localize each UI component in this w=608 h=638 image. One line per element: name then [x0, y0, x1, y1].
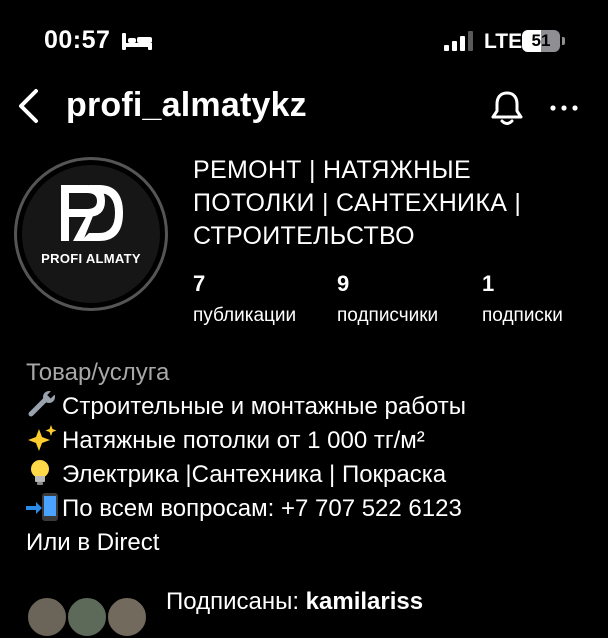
stat-following[interactable]: 1 подписки — [482, 270, 563, 328]
bio-line-text: Или в Direct — [26, 529, 160, 556]
more-icon[interactable] — [548, 98, 580, 118]
bio-line: По всем вопросам: +7 707 522 6123 — [26, 492, 596, 526]
wrench-icon — [26, 391, 62, 417]
status-bar: 00:57 LTE 51 — [0, 0, 608, 80]
followed-by-prefix: Подписаны: — [166, 588, 306, 615]
profile-name-line: РЕМОНТ | НАТЯЖНЫЕ — [193, 156, 471, 184]
network-type: LTE — [484, 30, 523, 53]
followed-by-name[interactable]: kamilariss — [306, 588, 423, 615]
bio-line-text: По всем вопросам: +7 707 522 6123 — [62, 495, 462, 522]
bio-line: Или в Direct — [26, 526, 596, 560]
pa-logo-icon — [61, 185, 123, 241]
bio-line: Строительные и монтажные работы — [26, 390, 596, 424]
followed-by-row[interactable]: Подписаны: kamilariss — [26, 582, 596, 638]
bio-line-text: Строительные и монтажные работы — [62, 393, 467, 420]
stat-posts[interactable]: 7 публикации — [193, 270, 296, 328]
stat-posts-count: 7 — [193, 271, 206, 296]
profile-name-line: ПОТОЛКИ | САНТЕХНИКА | — [193, 189, 522, 217]
stat-followers-label: подписчики — [337, 305, 439, 326]
phone-arrow-icon — [26, 493, 62, 521]
stat-followers-count: 9 — [337, 271, 350, 296]
avatar[interactable]: PROFI ALMATY — [22, 165, 160, 303]
bed-icon — [122, 33, 152, 50]
battery-indicator: 51 — [522, 30, 565, 52]
stat-following-count: 1 — [482, 271, 495, 296]
back-chevron-icon[interactable] — [14, 86, 42, 126]
followed-by-text: Подписаны: kamilariss — [166, 588, 423, 616]
profile-name-line: СТРОИТЕЛЬСТВО — [193, 222, 415, 250]
follower-avatar — [66, 596, 108, 638]
stat-posts-label: публикации — [193, 305, 297, 326]
follower-avatar — [106, 596, 148, 638]
profile-username: profi_almatykz — [66, 86, 307, 124]
signal-icon — [444, 31, 473, 51]
bio-line: Электрика |Сантехника | Покраска — [26, 458, 596, 492]
avatar-logo-text: PROFI ALMATY — [41, 251, 141, 266]
battery-cap — [562, 37, 565, 45]
stat-followers[interactable]: 9 подписчики — [337, 270, 438, 328]
bio-line-text: Натяжные потолки от 1 000 тг/м² — [62, 427, 425, 454]
bio-category: Товар/услуга — [26, 359, 170, 386]
sparkles-icon — [26, 425, 62, 451]
bio-line: Натяжные потолки от 1 000 тг/м² — [26, 424, 596, 458]
light-bulb-icon — [26, 459, 62, 485]
bell-icon[interactable] — [489, 89, 525, 127]
stat-following-label: подписки — [482, 305, 563, 326]
follower-avatar — [26, 596, 68, 638]
battery-level: 51 — [531, 31, 551, 50]
status-time: 00:57 — [44, 26, 111, 54]
profile-display-name: РЕМОНТ | НАТЯЖНЫЕ ПОТОЛКИ | САНТЕХНИКА |… — [193, 154, 593, 253]
bio-line-text: Электрика |Сантехника | Покраска — [62, 461, 447, 488]
profile-bio: Товар/услуга Строительные и монтажные ра… — [26, 356, 596, 560]
